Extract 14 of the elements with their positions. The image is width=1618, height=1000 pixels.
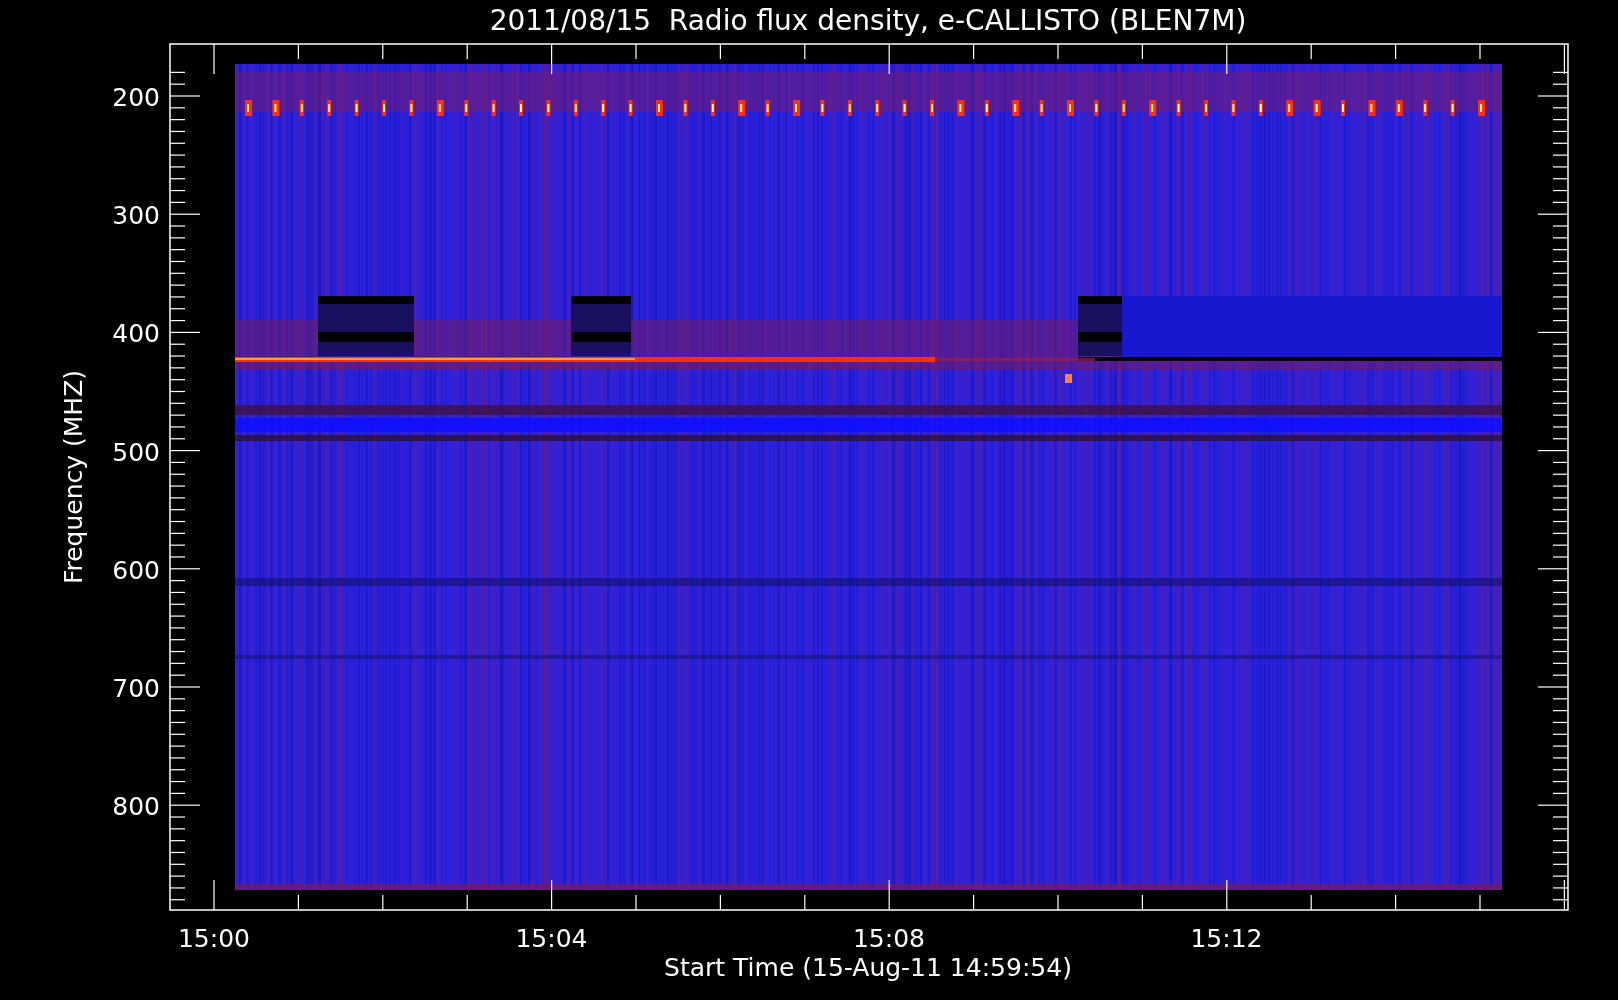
tick-label: 700 bbox=[112, 674, 160, 703]
tick-label: 15:00 bbox=[178, 924, 250, 953]
axis-label: Frequency (MHZ) bbox=[59, 369, 88, 585]
tick-label: 15:04 bbox=[515, 924, 588, 953]
axis-label: Start Time (15-Aug-11 14:59:54) bbox=[664, 953, 1072, 982]
tick-label: 300 bbox=[112, 201, 160, 231]
tick-label: 400 bbox=[112, 319, 160, 349]
tick-label: 15:12 bbox=[1190, 924, 1263, 953]
tick-label: 500 bbox=[112, 437, 160, 467]
tick-label: 800 bbox=[112, 792, 160, 822]
tick-label: 15:08 bbox=[853, 924, 925, 953]
tick-label: 600 bbox=[112, 555, 160, 585]
chart-title: 2011/08/15 Radio flux density, e-CALLISTO (BLEN7M) bbox=[489, 4, 1247, 37]
tick-label: 200 bbox=[112, 83, 160, 112]
